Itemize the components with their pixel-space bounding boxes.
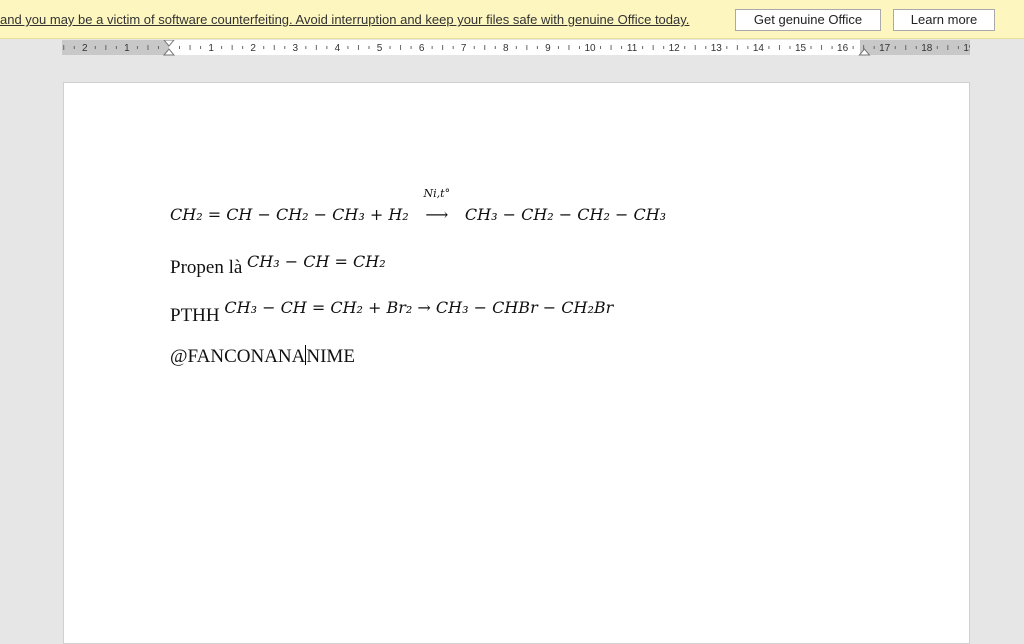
ruler-number: 2 <box>82 43 88 54</box>
ruler-number: 18 <box>921 43 933 54</box>
horizontal-ruler[interactable]: 2112345678910111213141516171819 <box>62 40 970 56</box>
ruler-number: 15 <box>795 43 807 54</box>
ruler-number: 16 <box>837 43 849 54</box>
reaction-arrow: Ni,t° ⟶ <box>414 187 460 224</box>
ruler-number: 11 <box>627 43 638 54</box>
ruler-number: 2 <box>250 43 256 54</box>
ruler-number: 12 <box>669 43 681 54</box>
ruler-scale: 2112345678910111213141516171819 <box>63 40 970 56</box>
ruler-number: 13 <box>711 43 723 54</box>
banner-message[interactable]: and you may be a victim of software coun… <box>0 12 689 27</box>
ruler-number: 19 <box>963 43 970 54</box>
document-page[interactable]: CH₂ = CH − CH₂ − CH₃ + H₂ Ni,t° ⟶ CH₃ − C… <box>63 82 970 644</box>
equation-reactants: CH₂ = CH − CH₂ − CH₃ + H₂ <box>170 205 409 224</box>
ruler-number: 1 <box>208 43 214 54</box>
ruler-number: 3 <box>293 43 299 54</box>
equation-products: CH₃ − CH₂ − CH₂ − CH₃ <box>464 205 667 224</box>
pthh-label: PTHH <box>170 305 220 326</box>
ruler-number: 5 <box>377 43 383 54</box>
propen-line: Propen là CH₃ − CH = CH₂ <box>170 252 386 279</box>
get-genuine-office-button[interactable]: Get genuine Office <box>735 9 881 31</box>
reaction-condition: Ni,t° <box>423 187 451 200</box>
indent-marker <box>163 40 175 47</box>
ruler-number: 8 <box>503 43 509 54</box>
ruler-number: 9 <box>545 43 551 54</box>
ruler-number: 1 <box>124 43 130 54</box>
signature-line: @FANCONANANIME <box>170 345 355 368</box>
pthh-equation: CH₃ − CH = CH₂ + Br₂ → CH₃ − CHBr − CH₂B… <box>224 298 614 317</box>
signature-text-start: @FANCONANA <box>170 346 306 367</box>
ruler-number: 10 <box>584 43 596 54</box>
ruler-number: 14 <box>753 43 765 54</box>
equation-hydrogenation: CH₂ = CH − CH₂ − CH₃ + H₂ Ni,t° ⟶ CH₃ − C… <box>170 187 667 224</box>
genuine-office-banner: and you may be a victim of software coun… <box>0 0 1024 39</box>
indent-marker <box>858 48 871 56</box>
ruler-number: 17 <box>879 43 891 54</box>
learn-more-button[interactable]: Learn more <box>893 9 995 31</box>
ruler-number: 6 <box>419 43 425 54</box>
signature-text-end: NIME <box>306 346 355 367</box>
indent-marker <box>162 48 176 56</box>
ruler-number: 7 <box>461 43 467 54</box>
propen-label: Propen là <box>170 257 243 278</box>
propen-formula: CH₃ − CH = CH₂ <box>247 252 386 271</box>
pthh-line: PTHH CH₃ − CH = CH₂ + Br₂ → CH₃ − CHBr −… <box>170 298 613 327</box>
ruler-number: 4 <box>335 43 341 54</box>
